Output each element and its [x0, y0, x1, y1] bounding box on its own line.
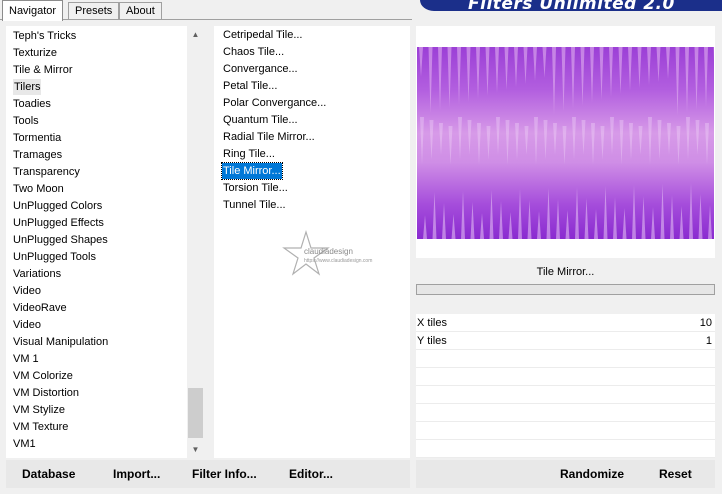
category-item[interactable]: Tile & Mirror	[13, 62, 72, 78]
empty-parameter-row	[416, 423, 715, 440]
parameter-row[interactable]: X tiles 10	[416, 315, 715, 332]
filter-title: Tile Mirror...	[416, 258, 715, 286]
category-list[interactable]: Teph's Tricks Texturize Tile & Mirror Tiler…	[6, 26, 204, 458]
parameter-value[interactable]: 1	[706, 333, 712, 349]
category-item[interactable]: Two Moon	[13, 181, 64, 197]
empty-parameter-row	[416, 369, 715, 386]
category-item[interactable]: VM Texture	[13, 419, 68, 435]
filter-item[interactable]: Chaos Tile...	[222, 44, 285, 60]
category-item[interactable]: Variations	[13, 266, 61, 282]
filter-item[interactable]: Petal Tile...	[222, 78, 278, 94]
category-item[interactable]: VM 1	[13, 351, 39, 367]
empty-parameter-row	[416, 405, 715, 422]
category-item[interactable]: VM Stylize	[13, 402, 65, 418]
parameter-row[interactable]: Y tiles 1	[416, 333, 715, 350]
category-item[interactable]: Tormentia	[13, 130, 61, 146]
category-item[interactable]: VM Colorize	[13, 368, 73, 384]
tab-about[interactable]: About	[119, 2, 162, 20]
category-item[interactable]: Tools	[13, 113, 39, 129]
tab-navigator[interactable]: Navigator	[2, 0, 64, 21]
filter-item[interactable]: Ring Tile...	[222, 146, 276, 162]
tab-presets[interactable]: Presets	[68, 2, 120, 20]
scroll-up-icon[interactable]: ▲	[187, 26, 204, 43]
randomize-button[interactable]: Randomize	[560, 460, 624, 488]
filter-list[interactable]: Cetripedal Tile... Chaos Tile... Convergan…	[214, 26, 410, 458]
category-item[interactable]: Toadies	[13, 96, 51, 112]
category-item[interactable]: UnPlugged Shapes	[13, 232, 108, 248]
parameter-value[interactable]: 10	[700, 315, 712, 331]
empty-parameter-row	[416, 441, 715, 458]
import-button[interactable]: Import...	[113, 460, 160, 488]
preview-image	[417, 47, 714, 239]
database-button[interactable]: Database	[22, 460, 75, 488]
brand-banner: Filters Unlimited 2.0	[420, 0, 722, 11]
parameter-label: X tiles	[417, 317, 447, 329]
category-item[interactable]: UnPlugged Colors	[13, 198, 102, 214]
scroll-thumb[interactable]	[188, 388, 203, 438]
bottom-toolbar-right: Randomize Reset	[416, 460, 715, 488]
filter-info-button[interactable]: Filter Info...	[192, 460, 257, 488]
reset-button[interactable]: Reset	[659, 460, 692, 488]
filter-item[interactable]: Torsion Tile...	[222, 180, 289, 196]
category-item[interactable]: Tramages	[13, 147, 62, 163]
category-item[interactable]: VM Distortion	[13, 385, 79, 401]
filter-item[interactable]: Cetripedal Tile...	[222, 27, 303, 43]
empty-parameter-row	[416, 387, 715, 404]
category-item[interactable]: VM1	[13, 436, 36, 452]
category-item[interactable]: VideoRave	[13, 300, 67, 316]
filter-item[interactable]: Convergance...	[222, 61, 299, 77]
category-item[interactable]: Transparency	[13, 164, 80, 180]
category-item[interactable]: UnPlugged Tools	[13, 249, 96, 265]
filter-item[interactable]: Polar Convergance...	[222, 95, 327, 111]
filter-item[interactable]: Tile Mirror...	[221, 162, 283, 180]
category-item[interactable]: Video	[13, 283, 41, 299]
preview-panel: Tile Mirror... X tiles 10 Y tiles 1	[416, 26, 715, 458]
category-item[interactable]: Video	[13, 317, 41, 333]
filter-item[interactable]: Quantum Tile...	[222, 112, 299, 128]
category-item[interactable]: Visual Manipulation	[13, 334, 108, 350]
brand-title: Filters Unlimited 2.0	[468, 0, 675, 11]
category-item[interactable]: UnPlugged Effects	[13, 215, 104, 231]
parameter-label: Y tiles	[417, 335, 447, 347]
scroll-down-icon[interactable]: ▼	[187, 441, 204, 458]
progress-bar	[416, 284, 715, 295]
editor-button[interactable]: Editor...	[289, 460, 333, 488]
category-scrollbar[interactable]: ▲ ▼	[187, 26, 204, 458]
filter-item[interactable]: Radial Tile Mirror...	[222, 129, 316, 145]
bottom-toolbar-left: Database Import... Filter Info... Editor…	[6, 460, 410, 488]
category-item[interactable]: Texturize	[13, 45, 57, 61]
category-item[interactable]: Tilers	[13, 79, 42, 95]
category-item[interactable]: Teph's Tricks	[13, 28, 76, 44]
filter-item[interactable]: Tunnel Tile...	[222, 197, 287, 213]
empty-parameter-row	[416, 351, 715, 368]
